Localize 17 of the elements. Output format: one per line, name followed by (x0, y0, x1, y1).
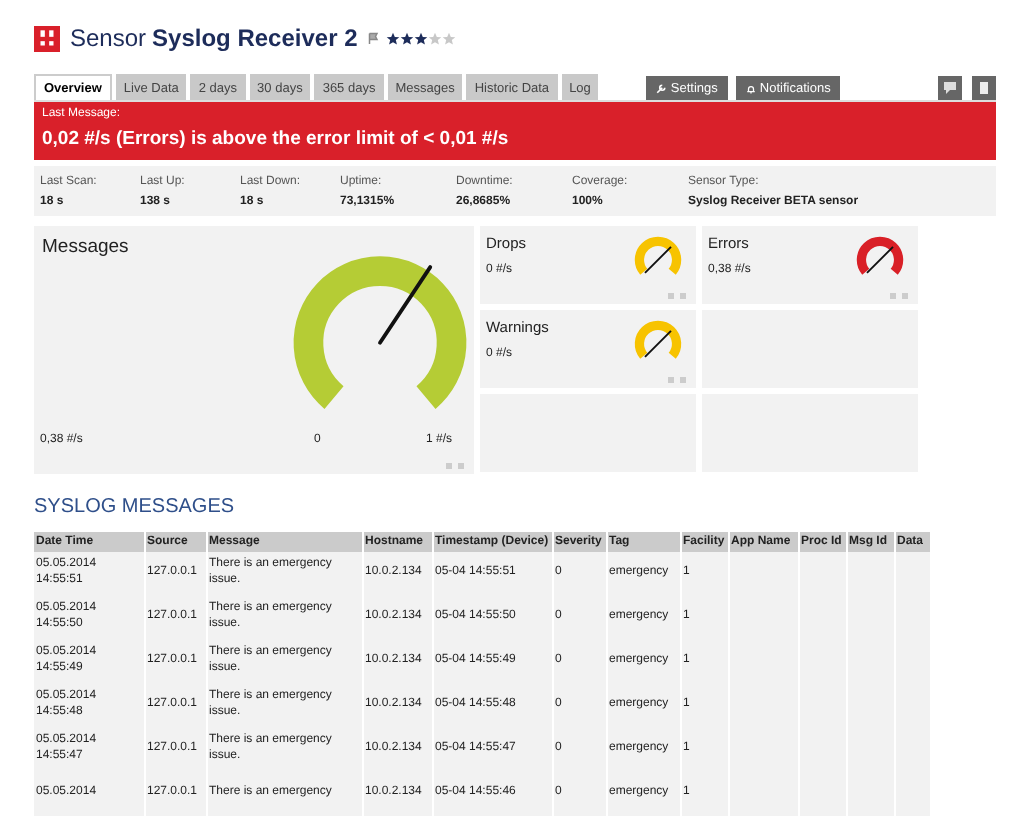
gauge-needle (866, 245, 894, 274)
page-title-prefix: Sensor (70, 24, 147, 52)
sensor-logo-icon (34, 25, 60, 51)
page-button[interactable] (972, 76, 996, 100)
gauge-title: Messages (42, 236, 129, 258)
star-rating[interactable] (385, 31, 456, 45)
gauge-needle (644, 329, 672, 358)
comment-button[interactable] (938, 76, 962, 100)
section-heading: SYSLOG MESSAGES (34, 496, 237, 522)
flag-icon[interactable] (367, 32, 380, 44)
sensor-title: Syslog Receiver 2 (152, 24, 358, 52)
speech-bubble-icon (942, 80, 958, 96)
page-icon (976, 80, 992, 96)
gauge-needle (644, 245, 672, 274)
alert-message: 0,02 #/s (Errors) is above the error limit of < 0,01 #/s (42, 128, 511, 150)
wrench-icon (656, 83, 667, 93)
bell-icon (745, 83, 756, 93)
